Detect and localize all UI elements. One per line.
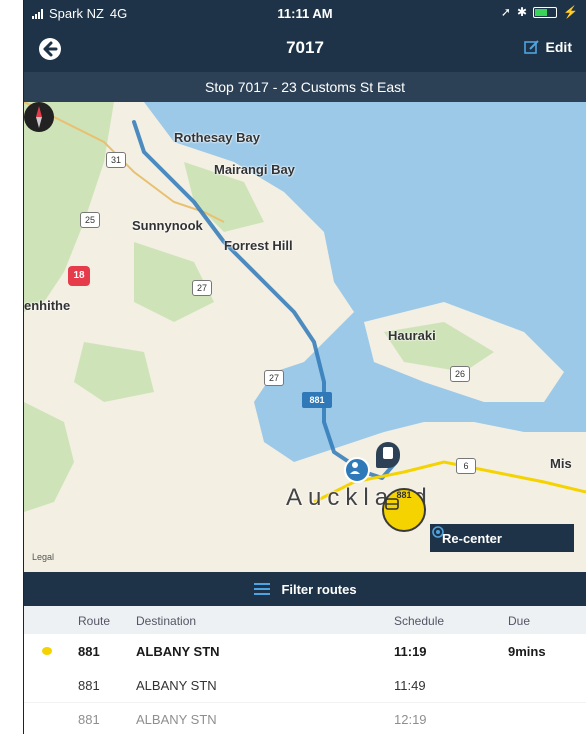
live-dot-icon [42,647,52,655]
user-location-icon[interactable] [344,457,370,483]
road-shield: 27 [264,370,284,386]
edit-label: Edit [545,39,572,55]
charging-icon: ⚡ [563,5,578,19]
column-header: Schedule [394,614,445,628]
bluetooth-icon: ✱ [516,5,528,19]
map-label-hauraki: Hauraki [388,328,436,343]
route-badge: 881 [302,392,332,408]
person-icon [350,462,360,474]
road-shield: 25 [80,212,100,228]
location-icon: ➚ [500,5,511,19]
road-shield: 6 [456,458,476,474]
map-view[interactable]: Rothesay Bay Mairangi Bay Sunnynook Forr… [24,102,586,572]
stop-marker-icon[interactable] [376,442,400,468]
recenter-button[interactable]: Re-center [430,524,574,552]
row-due: 9mins [508,644,546,659]
row-destination: ALBANY STN [136,712,217,727]
phone-screen: Spark NZ 4G 11:11 AM ➚ ✱ ⚡ 7017 Edit Sto… [24,0,586,734]
stop-title: Stop 7017 - 23 Customs St East [24,72,586,102]
road-shield: 31 [106,152,126,168]
row-schedule: 12:19 [394,712,427,727]
bus-marker[interactable]: 881 [382,488,426,532]
column-header: Route [78,614,111,628]
highway-shield: 18 [68,266,90,286]
row-destination: ALBANY STN [136,678,217,693]
edit-icon [523,40,539,54]
crosshair-icon [432,526,444,538]
map-label-mis: Mis [550,456,572,471]
departures-header: Route Destination Schedule Due [24,606,586,634]
row-route: 881 [78,644,100,659]
edit-button[interactable]: Edit [523,39,572,55]
filter-icon [254,583,271,595]
row-schedule: 11:19 [394,644,427,659]
map-label-mairangi-bay: Mairangi Bay [214,162,295,177]
page-title: 7017 [286,38,324,57]
compass-icon[interactable] [24,102,54,132]
row-schedule: 11:49 [394,678,426,693]
status-right: ➚ ✱ ⚡ [501,5,578,19]
column-header: Destination [136,614,197,628]
filter-routes-button[interactable]: Filter routes [24,572,586,606]
left-margin [0,0,24,734]
row-route: 881 [78,712,100,727]
row-route: 881 [78,678,100,693]
table-row[interactable]: 881 ALBANY STN 11:19 9mins [24,634,586,669]
table-row[interactable]: 881 ALBANY STN 12:19 [24,702,586,734]
map-label-sunnynook: Sunnynook [132,218,203,233]
filter-label: Filter routes [281,581,357,597]
map-label-enhithe: enhithe [24,298,71,313]
map-label-rothesay-bay: Rothesay Bay [174,130,260,145]
bus-icon [385,498,399,510]
status-bar: Spark NZ 4G 11:11 AM ➚ ✱ ⚡ [24,0,586,26]
row-destination: ALBANY STN [136,644,220,659]
battery-icon [533,6,558,18]
bus-stop-icon [383,447,393,459]
map-label-forrest-hill: Forrest Hill [224,238,293,253]
recenter-label: Re-center [442,530,502,546]
road-shield: 26 [450,366,470,382]
title-bar: 7017 Edit [24,26,586,72]
legal-link[interactable]: Legal [32,552,54,562]
road-shield: 27 [192,280,212,296]
table-row[interactable]: 881 ALBANY STN 11:49 [24,668,586,703]
column-header: Due [508,614,531,628]
